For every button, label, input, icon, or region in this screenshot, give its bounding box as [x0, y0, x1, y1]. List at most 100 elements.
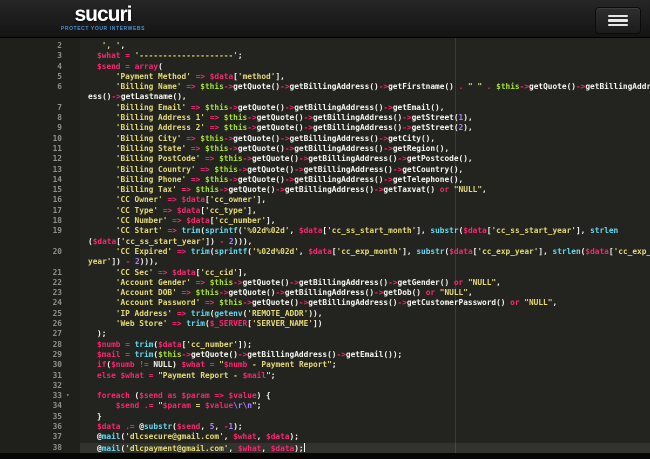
- code-token: ],: [538, 247, 552, 256]
- code-token: $this: [196, 288, 219, 297]
- line-number: 38: [0, 443, 62, 453]
- code-token: getQuote(): [252, 154, 299, 163]
- code-token: getRegion(),: [393, 144, 449, 153]
- code-token: $value: [229, 391, 257, 400]
- code-text: year']) - 2))),: [88, 257, 158, 267]
- code-line: 9 'Billing Address 2' => $this->getQuote…: [0, 123, 650, 133]
- code-token: [97, 144, 116, 153]
- code-token: $data: [158, 340, 181, 349]
- code-text: 'Billing PostCode' => $this->getQuote()-…: [97, 154, 473, 164]
- code-token: ->: [379, 82, 388, 91]
- code-token: ->: [243, 154, 252, 163]
- code-token: ->: [228, 144, 237, 153]
- code-token: ,: [214, 422, 223, 431]
- code-token: 'Billing Phone': [116, 175, 186, 184]
- code-token: ))),: [234, 237, 253, 246]
- code-token: array: [135, 62, 158, 71]
- code-token: ;: [271, 371, 276, 380]
- code-token: getBillingAddress(): [247, 350, 336, 359]
- code-line: year']) - 2))),: [0, 257, 650, 267]
- line-number: 35: [0, 412, 62, 422]
- code-token: getBillingAddress(): [290, 82, 379, 91]
- code-token: [97, 82, 116, 91]
- hamburger-menu-button[interactable]: [595, 7, 641, 34]
- code-token: ]): [205, 237, 219, 246]
- code-token: 'cc_ss_start_year': [121, 237, 206, 246]
- code-token: $this: [219, 298, 242, 307]
- code-text: 'Billing City' => $this->getQuote()->get…: [97, 134, 435, 144]
- code-token: ->: [247, 113, 256, 122]
- line-number: 30: [0, 360, 62, 370]
- code-token: [97, 298, 116, 307]
- code-token: ;: [332, 360, 337, 369]
- code-editor[interactable]: 2 ', ',3$what = '--------------------';4…: [0, 38, 650, 453]
- line-number: 32: [0, 381, 62, 391]
- line-number: 13: [0, 165, 62, 175]
- code-token: trim: [135, 340, 154, 349]
- code-token: getBillingAddress(): [313, 123, 402, 132]
- code-token: [97, 247, 116, 256]
- code-token: $this: [158, 350, 181, 359]
- code-rows: 2 ', ',3$what = '--------------------';4…: [0, 41, 650, 453]
- sucuri-logo-tagline: PROTECT YOUR INTERWEBS: [47, 26, 159, 32]
- code-token: 'cc_exp_year': [477, 247, 538, 256]
- code-token: !=: [139, 360, 148, 369]
- code-token: ->: [398, 154, 407, 163]
- code-text: $what = '--------------------';: [97, 51, 243, 61]
- code-token: ]): [111, 257, 125, 266]
- code-token: ->: [299, 154, 308, 163]
- code-token: ->: [182, 350, 191, 359]
- code-token: 'CC Start': [116, 226, 163, 235]
- code-token: getTaxvat(): [383, 185, 435, 194]
- code-token: ;: [238, 51, 243, 60]
- code-line: 29$mail = trim($this->getQuote()->getBil…: [0, 350, 650, 360]
- code-token: [97, 72, 116, 81]
- code-token: [97, 175, 116, 184]
- code-token: getCustomerPassword(): [407, 298, 506, 307]
- code-token: ->: [520, 82, 529, 91]
- code-token: ],: [257, 195, 266, 204]
- code-line: 27);: [0, 329, 650, 339]
- code-token: 'Account DOB': [116, 288, 177, 297]
- code-text: 'IP Address' => trim(getenv('REMOTE_ADDR…: [97, 309, 322, 319]
- code-token: $what: [182, 360, 205, 369]
- code-token: $this: [496, 82, 519, 91]
- line-number: 12: [0, 154, 62, 164]
- code-token: .=: [125, 422, 134, 431]
- code-token: [97, 278, 116, 287]
- code-token: =>: [182, 185, 191, 194]
- line-number: 2: [0, 41, 62, 51]
- code-text: $send .= "$param = $value\r\n";: [97, 401, 261, 411]
- code-token: =>: [205, 154, 214, 163]
- fold-arrow-icon[interactable]: ▾: [66, 391, 70, 401]
- code-token: ess(): [88, 92, 111, 101]
- code-token: [97, 123, 116, 132]
- code-token: $this: [200, 134, 223, 143]
- code-token: trim: [135, 350, 154, 359]
- code-token: 'Billing Email': [116, 103, 186, 112]
- code-token: $value: [205, 401, 233, 410]
- code-line: 30if($numb != NULL) $what = "$numb - Pay…: [0, 360, 650, 370]
- code-token: 'cc_ss_start_year': [491, 226, 576, 235]
- code-token: getBillingAddress(): [308, 298, 397, 307]
- line-number: 10: [0, 134, 62, 144]
- line-number: 36: [0, 422, 62, 432]
- code-token: '%02d%02d': [252, 247, 299, 256]
- line-number: 31: [0, 371, 62, 381]
- code-token: "NULL": [468, 278, 496, 287]
- code-token: ->: [304, 113, 313, 122]
- code-token: ->: [285, 103, 294, 112]
- line-number: 28: [0, 340, 62, 350]
- code-token: getBillingAddress(): [285, 185, 374, 194]
- code-text: 'Billing Address 1' => $this->getQuote()…: [97, 113, 473, 123]
- code-token: ->: [275, 185, 284, 194]
- code-token: "Payment Report -: [158, 371, 243, 380]
- code-token: =>: [191, 175, 200, 184]
- code-token: ,: [299, 247, 308, 256]
- sucuri-logo[interactable]: sucuri PROTECT YOUR INTERWEBS: [47, 3, 159, 32]
- line-number: 33: [0, 391, 62, 401]
- code-token: getTelephone(),: [393, 175, 463, 184]
- code-text: $data .= @substr($send, 5, -1);: [97, 422, 243, 432]
- code-token: $this: [214, 165, 237, 174]
- code-token: mail: [102, 444, 121, 453]
